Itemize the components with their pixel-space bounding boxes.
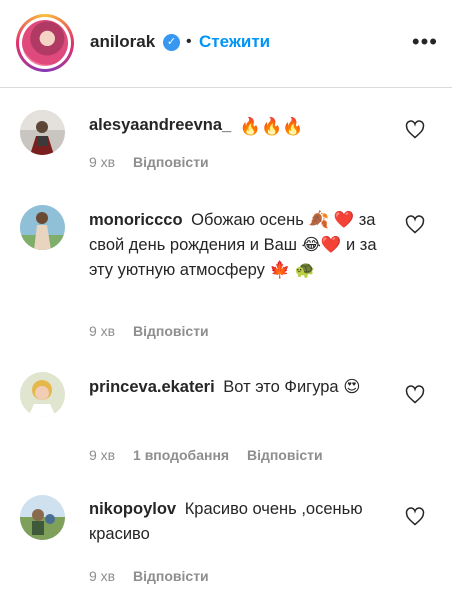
reply-button[interactable]: Відповісти: [133, 323, 209, 339]
like-heart-icon[interactable]: [405, 120, 425, 140]
comment-time[interactable]: 9 хв: [89, 154, 115, 170]
like-heart-icon[interactable]: [405, 215, 425, 235]
comment-text: 🔥🔥🔥: [239, 117, 304, 136]
reply-button[interactable]: Відповісти: [133, 154, 209, 170]
commenter-avatar[interactable]: [20, 372, 65, 417]
comment-username[interactable]: monoriccco: [89, 211, 183, 229]
post-author-username[interactable]: anilorak: [90, 32, 155, 52]
verified-badge-icon: ✓: [163, 34, 180, 51]
commenter-avatar[interactable]: [20, 205, 65, 250]
comment-time[interactable]: 9 хв: [89, 447, 115, 463]
comment-body: nikopoylov Красиво очень ,осенью красиво: [89, 497, 389, 547]
comment-body: monoriccco Обожаю осень 🍂 ❤️ за свой ден…: [89, 208, 389, 283]
comment-username[interactable]: princeva.ekateri: [89, 378, 215, 396]
more-options-icon[interactable]: •••: [412, 29, 438, 55]
commenter-avatar[interactable]: [20, 110, 65, 155]
comment-username[interactable]: nikopoylov: [89, 500, 176, 518]
commenter-avatar[interactable]: [20, 495, 65, 540]
story-ring-avatar[interactable]: [16, 14, 74, 72]
follow-button[interactable]: Стежити: [199, 32, 270, 52]
avatar: [22, 20, 68, 66]
comment-body: princeva.ekateri Вот это Фигура 😍: [89, 375, 389, 400]
like-heart-icon[interactable]: [405, 385, 425, 405]
comment-text: Вот это Фигура 😍: [223, 378, 361, 396]
comment-time[interactable]: 9 хв: [89, 568, 115, 584]
reply-button[interactable]: Відповісти: [247, 447, 323, 463]
header-separator: •: [186, 33, 192, 50]
comment-username[interactable]: alesyaandreevna_: [89, 116, 231, 134]
comment-time[interactable]: 9 хв: [89, 323, 115, 339]
post-header: anilorak ✓ • Стежити •••: [0, 0, 452, 88]
reply-button[interactable]: Відповісти: [133, 568, 209, 584]
comment-likes-count[interactable]: 1 вподобання: [133, 447, 229, 463]
like-heart-icon[interactable]: [405, 507, 425, 527]
